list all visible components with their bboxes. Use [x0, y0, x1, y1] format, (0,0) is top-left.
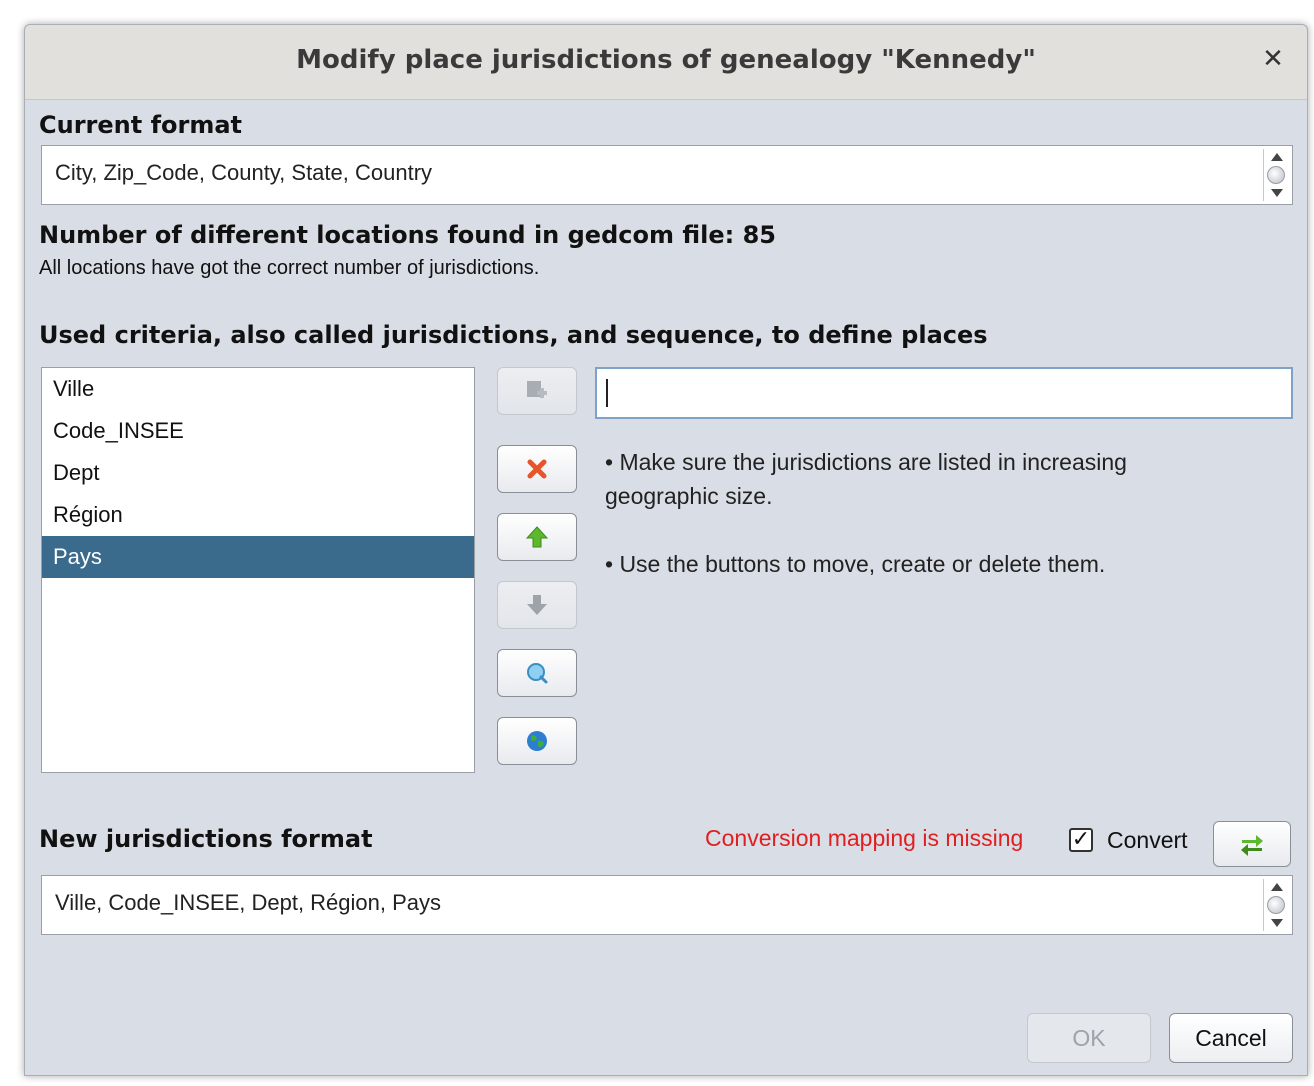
text-caret — [606, 379, 608, 407]
move-up-button[interactable] — [497, 513, 577, 561]
new-format-heading: New jurisdictions format — [39, 825, 373, 853]
convert-checkbox[interactable]: ✓ — [1069, 828, 1093, 852]
close-icon[interactable]: ✕ — [1257, 43, 1289, 75]
title-bar: Modify place jurisdictions of genealogy … — [25, 25, 1307, 100]
dialog-title: Modify place jurisdictions of genealogy … — [296, 45, 1036, 75]
magnifier-icon — [527, 663, 548, 684]
scroll-knob[interactable] — [1267, 166, 1285, 184]
locations-status-message: All locations have got the correct numbe… — [39, 257, 540, 279]
arrow-up-icon — [525, 526, 549, 548]
conversion-warning: Conversion mapping is missing — [705, 825, 1024, 851]
jurisdiction-name-input[interactable] — [595, 367, 1293, 419]
swap-arrows-icon — [1241, 835, 1263, 856]
convert-label: Convert — [1107, 827, 1188, 853]
geo-locate-button[interactable] — [497, 717, 577, 765]
delete-icon — [527, 459, 547, 479]
list-item[interactable]: Code_INSEE — [42, 410, 474, 452]
current-format-spinner[interactable] — [1263, 149, 1289, 201]
scroll-knob[interactable] — [1267, 896, 1285, 914]
add-jurisdiction-button[interactable] — [497, 367, 577, 415]
locations-count-heading: Number of different locations found in g… — [39, 221, 776, 249]
spin-down-icon[interactable] — [1271, 919, 1283, 927]
delete-jurisdiction-button[interactable] — [497, 445, 577, 493]
conversion-mapping-button[interactable] — [1213, 821, 1291, 867]
hint-order: • Make sure the jurisdictions are listed… — [605, 449, 1127, 509]
spin-down-icon[interactable] — [1271, 189, 1283, 197]
spin-up-icon[interactable] — [1271, 883, 1283, 891]
jurisdictions-list[interactable]: Ville Code_INSEE Dept Région Pays — [41, 367, 475, 773]
add-icon — [527, 381, 547, 398]
globe-icon — [527, 731, 547, 751]
arrow-down-icon — [527, 595, 547, 615]
current-format-value: City, Zip_Code, County, State, Country — [55, 160, 433, 185]
list-item[interactable]: Ville — [42, 368, 474, 410]
current-format-heading: Current format — [39, 111, 243, 139]
new-format-spinner[interactable] — [1263, 879, 1289, 931]
new-format-value: Ville, Code_INSEE, Dept, Région, Pays — [55, 890, 442, 915]
ok-button[interactable]: OK — [1027, 1013, 1151, 1063]
current-format-field[interactable]: City, Zip_Code, County, State, Country — [41, 145, 1293, 205]
move-down-button[interactable] — [497, 581, 577, 629]
cancel-button[interactable]: Cancel — [1169, 1013, 1293, 1063]
list-item[interactable]: Région — [42, 494, 474, 536]
dialog: Modify place jurisdictions of genealogy … — [24, 24, 1308, 1076]
spin-up-icon[interactable] — [1271, 153, 1283, 161]
list-item[interactable]: Dept — [42, 452, 474, 494]
search-place-button[interactable] — [497, 649, 577, 697]
hint-buttons: • Use the buttons to move, create or del… — [605, 551, 1106, 577]
new-format-field[interactable]: Ville, Code_INSEE, Dept, Région, Pays — [41, 875, 1293, 935]
criteria-heading: Used criteria, also called jurisdictions… — [39, 321, 988, 349]
list-item-selected[interactable]: Pays — [42, 536, 474, 578]
